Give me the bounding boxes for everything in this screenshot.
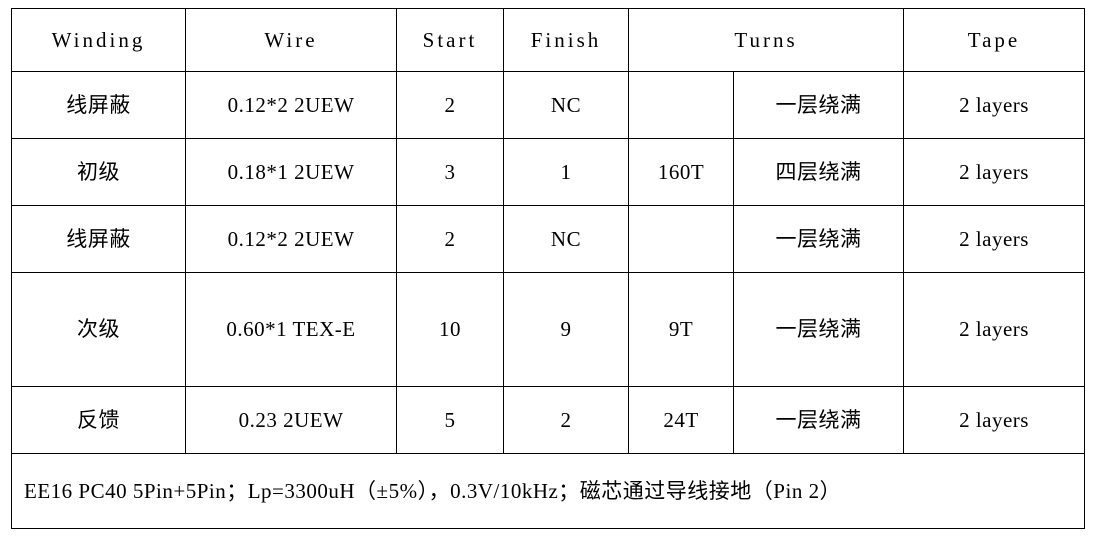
cell-wire: 0.18*1 2UEW (185, 138, 397, 206)
cell-wire: 0.12*2 2UEW (185, 205, 397, 273)
cell-turns-count (628, 71, 734, 139)
cell-start: 3 (396, 138, 504, 206)
cell-wire: 0.12*2 2UEW (185, 71, 397, 139)
cell-winding: 初级 (11, 138, 186, 206)
cell-turns-description: 一层绕满 (732, 205, 905, 273)
table-header-row: Winding Wire Start Finish Turns Tape (11, 8, 1086, 72)
cell-start: 2 (396, 71, 504, 139)
cell-tape: 2 layers (903, 205, 1086, 273)
cell-turns-description: 四层绕满 (732, 138, 905, 206)
column-header-finish: Finish (503, 8, 629, 72)
cell-winding: 线屏蔽 (11, 205, 186, 273)
table-row: 线屏蔽 0.12*2 2UEW 2 NC 一层绕满 2 layers (11, 71, 1086, 139)
cell-winding: 线屏蔽 (11, 71, 186, 139)
cell-tape: 2 layers (903, 272, 1086, 387)
core-specification-note: EE16 PC40 5Pin+5Pin；Lp=3300uH（±5%），0.3V/… (10, 453, 1086, 529)
table-row: 次级 0.60*1 TEX-E 10 9 9T 一层绕满 2 layers (11, 272, 1086, 387)
cell-start: 10 (396, 272, 504, 387)
cell-start: 5 (396, 386, 504, 454)
core-specification-note-text: EE16 PC40 5Pin+5Pin；Lp=3300uH（±5%），0.3V/… (24, 478, 842, 503)
column-header-tape: Tape (903, 8, 1086, 72)
table-row: 初级 0.18*1 2UEW 3 1 160T 四层绕满 2 layers (11, 138, 1086, 206)
cell-wire: 0.23 2UEW (185, 386, 397, 454)
column-header-wire: Wire (185, 8, 397, 72)
column-header-turns: Turns (627, 8, 905, 72)
cell-wire: 0.60*1 TEX-E (185, 272, 397, 387)
cell-finish: 2 (503, 386, 629, 454)
column-header-start: Start (396, 8, 504, 72)
cell-turns-description: 一层绕满 (732, 71, 905, 139)
cell-finish: NC (503, 205, 629, 273)
table-row: 反馈 0.23 2UEW 5 2 24T 一层绕满 2 layers (11, 386, 1086, 454)
cell-turns-description: 一层绕满 (732, 272, 905, 387)
cell-winding: 反馈 (11, 386, 186, 454)
cell-turns-description: 一层绕满 (732, 386, 905, 454)
cell-turns-count: 24T (628, 386, 734, 454)
cell-tape: 2 layers (903, 71, 1086, 139)
column-header-winding: Winding (11, 8, 186, 72)
cell-tape: 2 layers (903, 386, 1086, 454)
cell-finish: 9 (503, 272, 629, 387)
table-note-row: EE16 PC40 5Pin+5Pin；Lp=3300uH（±5%），0.3V/… (10, 453, 1086, 529)
cell-start: 2 (396, 205, 504, 273)
cell-winding: 次级 (11, 272, 186, 387)
cell-turns-count: 160T (628, 138, 734, 206)
table-row: 线屏蔽 0.12*2 2UEW 2 NC 一层绕满 2 layers (11, 205, 1086, 273)
cell-tape: 2 layers (903, 138, 1086, 206)
cell-finish: NC (503, 71, 629, 139)
cell-turns-count (628, 205, 734, 273)
cell-finish: 1 (503, 138, 629, 206)
winding-specification-table: Winding Wire Start Finish Turns Tape 线屏蔽… (10, 8, 1086, 529)
transformer-winding-spec-sheet: Winding Wire Start Finish Turns Tape 线屏蔽… (0, 0, 1097, 540)
cell-turns-count: 9T (628, 272, 734, 387)
